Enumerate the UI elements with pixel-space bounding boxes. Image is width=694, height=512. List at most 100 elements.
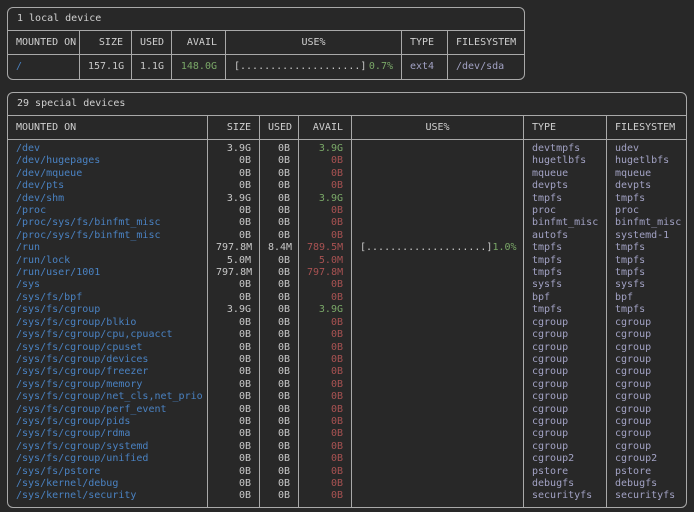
fs-type: cgroup	[524, 379, 607, 391]
avail-value: 0B	[299, 391, 352, 403]
size-value: 0B	[208, 453, 260, 465]
used-value: 0B	[260, 441, 299, 453]
avail-value: 0B	[299, 379, 352, 391]
avail-value: 0B	[299, 453, 352, 465]
fs-type: binfmt_misc	[524, 217, 607, 229]
fs-type: ext4	[402, 55, 448, 79]
avail-value: 0B	[299, 428, 352, 440]
size-value: 0B	[208, 155, 260, 167]
column-header: MOUNTED ON	[8, 31, 80, 55]
used-value: 0B	[260, 279, 299, 291]
filesystem-name: cgroup	[607, 366, 687, 378]
used-value: 0B	[260, 329, 299, 341]
usage-cell	[352, 354, 524, 366]
avail-value: 0B	[299, 317, 352, 329]
fs-type: pstore	[524, 466, 607, 478]
fs-type: bpf	[524, 292, 607, 304]
mount-point: /sys/fs/pstore	[8, 466, 208, 478]
column-header: SIZE	[80, 31, 132, 55]
fs-type: autofs	[524, 230, 607, 242]
fs-type: cgroup	[524, 366, 607, 378]
avail-value: 0B	[299, 279, 352, 291]
filesystem-name: tmpfs	[607, 267, 687, 279]
used-value: 0B	[260, 304, 299, 316]
mount-point: /sys/fs/cgroup/blkio	[8, 317, 208, 329]
mount-point: /sys/kernel/debug	[8, 478, 208, 490]
size-value: 3.9G	[208, 140, 260, 155]
avail-value: 0B	[299, 404, 352, 416]
filesystem-name: cgroup	[607, 342, 687, 354]
filesystem-name: mqueue	[607, 168, 687, 180]
usage-cell	[352, 155, 524, 167]
used-value: 0B	[260, 354, 299, 366]
size-value: 797.8M	[208, 242, 260, 254]
mount-point: /	[8, 55, 80, 79]
avail-value: 789.5M	[299, 242, 352, 254]
size-value: 0B	[208, 279, 260, 291]
fs-type: sysfs	[524, 279, 607, 291]
avail-value: 0B	[299, 329, 352, 341]
filesystem-name: cgroup	[607, 354, 687, 366]
fs-type: mqueue	[524, 168, 607, 180]
used-value: 0B	[260, 230, 299, 242]
fs-type: tmpfs	[524, 242, 607, 254]
column-header: TYPE	[524, 116, 607, 140]
usage-cell	[352, 342, 524, 354]
filesystem-name: cgroup	[607, 329, 687, 341]
fs-type: proc	[524, 205, 607, 217]
mount-point: /sys/fs/cgroup/net_cls,net_prio	[8, 391, 208, 403]
filesystem-name: cgroup	[607, 317, 687, 329]
used-value: 0B	[260, 193, 299, 205]
usage-cell	[352, 205, 524, 217]
used-value: 0B	[260, 428, 299, 440]
usage-cell	[352, 329, 524, 341]
used-value: 0B	[260, 255, 299, 267]
fs-type: tmpfs	[524, 304, 607, 316]
used-value: 0B	[260, 478, 299, 490]
column-header: USE%	[226, 31, 402, 55]
usage-cell	[352, 379, 524, 391]
column-header: AVAIL	[172, 31, 226, 55]
avail-value: 0B	[299, 366, 352, 378]
local-table-title: 1 local device	[8, 8, 524, 31]
avail-value: 797.8M	[299, 267, 352, 279]
usage-cell	[352, 267, 524, 279]
mount-point: /sys/fs/cgroup/systemd	[8, 441, 208, 453]
mount-point: /sys/fs/cgroup	[8, 304, 208, 316]
usage-cell	[352, 441, 524, 453]
filesystem-name: cgroup	[607, 379, 687, 391]
filesystem-name: pstore	[607, 466, 687, 478]
column-header: USE%	[352, 116, 524, 140]
size-value: 0B	[208, 342, 260, 354]
filesystem-name: tmpfs	[607, 255, 687, 267]
avail-value: 0B	[299, 230, 352, 242]
column-header: FILESYSTEM	[448, 31, 524, 55]
used-value: 0B	[260, 180, 299, 192]
filesystem-name: /dev/sda	[448, 55, 524, 79]
usage-cell	[352, 466, 524, 478]
usage-cell	[352, 304, 524, 316]
avail-value: 148.0G	[172, 55, 226, 79]
mount-point: /sys	[8, 279, 208, 291]
mount-point: /sys/fs/cgroup/memory	[8, 379, 208, 391]
avail-value: 0B	[299, 490, 352, 506]
fs-type: hugetlbfs	[524, 155, 607, 167]
size-value: 0B	[208, 354, 260, 366]
mount-point: /sys/fs/cgroup/unified	[8, 453, 208, 465]
mount-point: /sys/fs/cgroup/rdma	[8, 428, 208, 440]
used-value: 0B	[260, 366, 299, 378]
local-table-grid: MOUNTED ONSIZEUSEDAVAILUSE%TYPEFILESYSTE…	[8, 31, 524, 79]
mount-point: /sys/fs/cgroup/freezer	[8, 366, 208, 378]
size-value: 0B	[208, 490, 260, 506]
used-value: 0B	[260, 453, 299, 465]
mount-point: /sys/fs/bpf	[8, 292, 208, 304]
usage-cell	[352, 391, 524, 403]
fs-type: cgroup	[524, 391, 607, 403]
mount-point: /run/lock	[8, 255, 208, 267]
used-value: 0B	[260, 140, 299, 155]
avail-value: 0B	[299, 180, 352, 192]
column-header: TYPE	[402, 31, 448, 55]
used-value: 0B	[260, 416, 299, 428]
usage-cell: [....................]0.7%	[226, 55, 402, 79]
usage-cell	[352, 317, 524, 329]
